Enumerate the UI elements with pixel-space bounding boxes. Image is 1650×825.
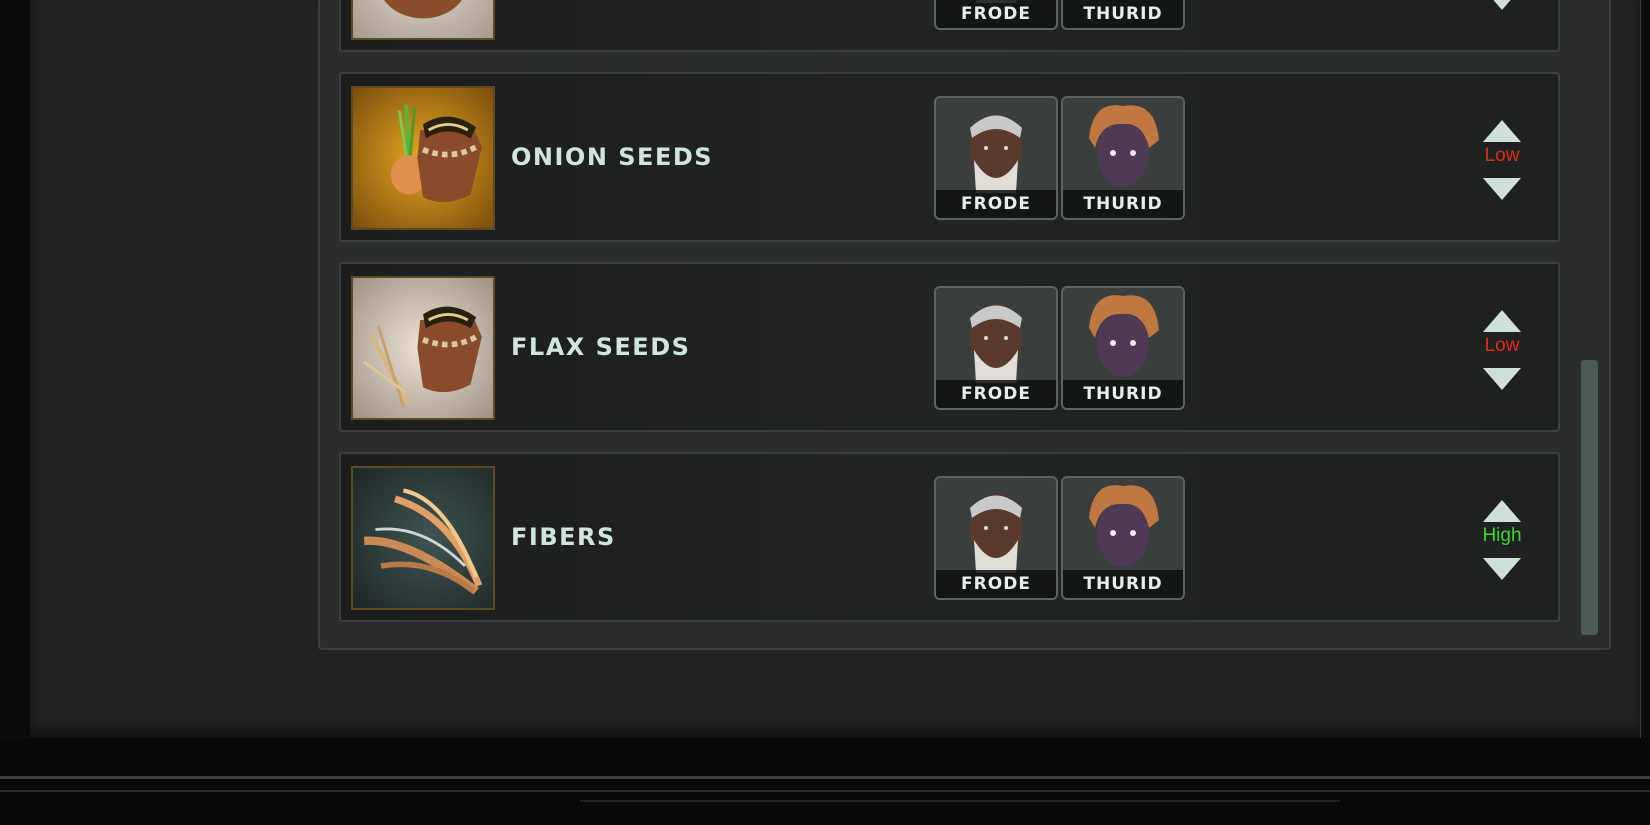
- worker-name: THURID: [1063, 0, 1183, 28]
- priority-label: Low: [1484, 145, 1520, 166]
- worker-portrait[interactable]: FRODE: [934, 476, 1058, 600]
- priority-up-button[interactable]: [1483, 120, 1521, 142]
- worker-name: THURID: [1063, 570, 1183, 598]
- list-item[interactable]: ONION SEEDS FRODE THURID Low: [339, 72, 1560, 242]
- worker-portrait[interactable]: FRODE: [934, 96, 1058, 220]
- priority-control: Low: [1472, 74, 1532, 240]
- onion-seeds-icon: [351, 86, 495, 230]
- priority-up-button[interactable]: [1483, 310, 1521, 332]
- list-item[interactable]: FIBERS FRODE THURID High: [339, 452, 1560, 622]
- scrollbar-thumb[interactable]: [1581, 360, 1598, 635]
- priority-down-button[interactable]: [1483, 558, 1521, 580]
- priority-label: Low: [1484, 335, 1520, 356]
- list-item[interactable]: FRODE THURID: [339, 0, 1560, 52]
- worker-name: FRODE: [936, 570, 1056, 598]
- worker-portrait[interactable]: FRODE: [934, 286, 1058, 410]
- priority-down-button[interactable]: [1483, 368, 1521, 390]
- worker-name: THURID: [1063, 380, 1183, 408]
- list-item[interactable]: FLAX SEEDS FRODE THURID Low: [339, 262, 1560, 432]
- worker-portrait[interactable]: FRODE: [934, 0, 1058, 30]
- seed-bag-icon: [351, 0, 495, 40]
- worker-portrait[interactable]: THURID: [1061, 96, 1185, 220]
- divider: [580, 800, 1340, 802]
- fibers-icon: [351, 466, 495, 610]
- worker-portrait[interactable]: THURID: [1061, 286, 1185, 410]
- worker-name: FRODE: [936, 0, 1056, 28]
- flax-seeds-icon: [351, 276, 495, 420]
- priority-control: Low: [1472, 264, 1532, 430]
- priority-up-button[interactable]: [1483, 500, 1521, 522]
- priority-control: High: [1472, 454, 1532, 620]
- divider: [0, 790, 1650, 792]
- item-name: FLAX SEEDS: [511, 333, 691, 361]
- divider: [0, 776, 1650, 779]
- worker-portrait[interactable]: THURID: [1061, 476, 1185, 600]
- priority-label: High: [1482, 525, 1522, 546]
- priority-down-button[interactable]: [1483, 0, 1521, 10]
- worker-portrait[interactable]: THURID: [1061, 0, 1185, 30]
- worker-name: THURID: [1063, 190, 1183, 218]
- priority-control: [1472, 0, 1532, 50]
- worker-name: FRODE: [936, 380, 1056, 408]
- worker-name: FRODE: [936, 190, 1056, 218]
- item-name: FIBERS: [511, 523, 616, 551]
- item-name: ONION SEEDS: [511, 143, 714, 171]
- bottom-frame: [0, 738, 1650, 825]
- priority-down-button[interactable]: [1483, 178, 1521, 200]
